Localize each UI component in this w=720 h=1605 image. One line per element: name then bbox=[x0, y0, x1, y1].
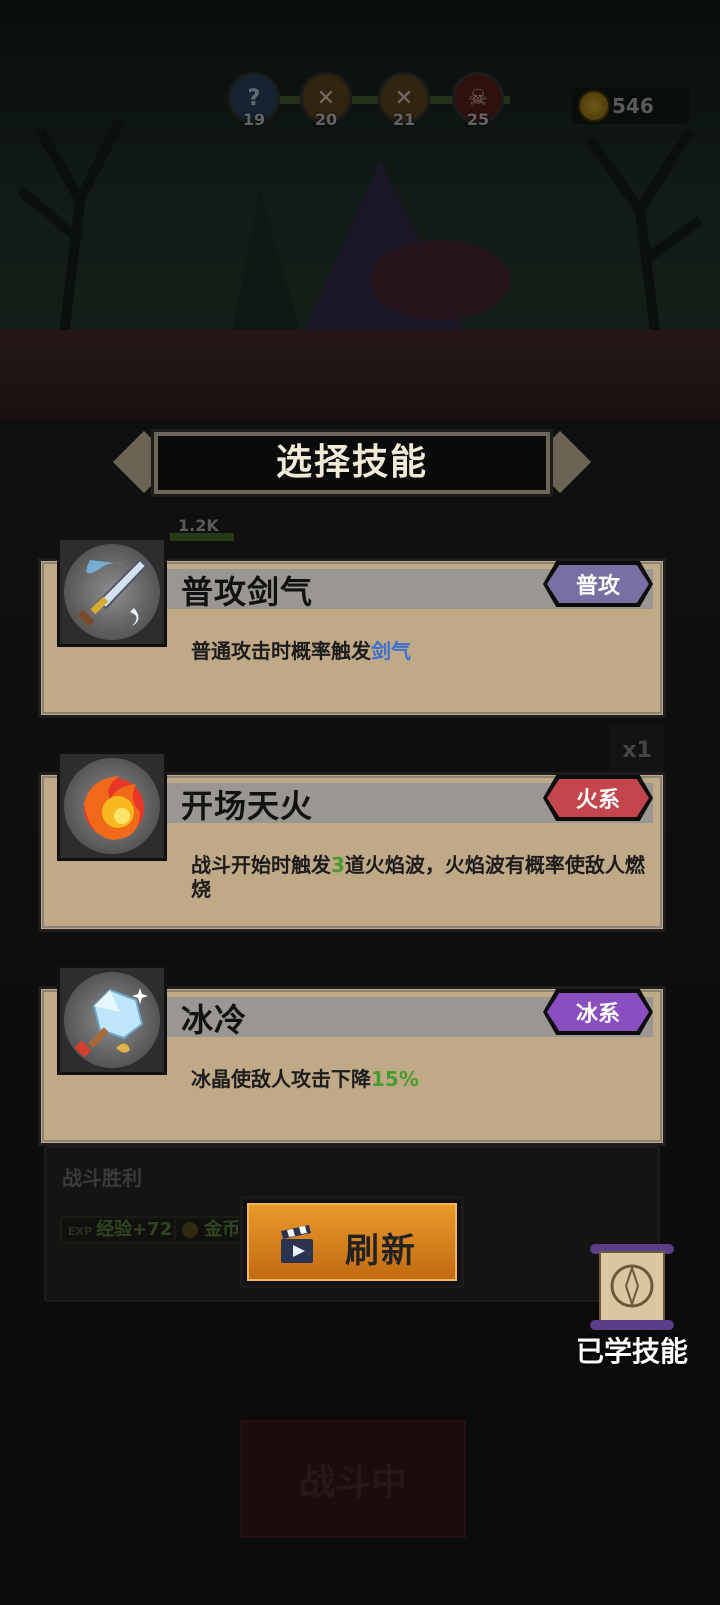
desc-text: 战斗开始时触发 bbox=[191, 853, 331, 877]
skill-type-tag: 冰系 bbox=[543, 989, 653, 1035]
skill-description: 冰晶使敌人攻击下降15% bbox=[191, 1067, 651, 1091]
desc-text: 冰晶使敌人攻击下降 bbox=[191, 1067, 371, 1091]
skill-card-2[interactable]: 开场天火 火系 战斗开始时触发3道火焰波，火焰波有概率使敌人燃烧 bbox=[38, 751, 666, 932]
skill-type-label: 普攻 bbox=[547, 565, 649, 603]
skill-type-tag: 普攻 bbox=[543, 561, 653, 607]
ice-sword-icon bbox=[64, 972, 160, 1068]
skill-card-1[interactable]: 普攻剑气 普攻 普通攻击时概率触发剑气 bbox=[38, 537, 666, 718]
desc-highlight: 剑气 bbox=[371, 639, 411, 663]
refresh-button[interactable]: 刷新 bbox=[240, 1196, 464, 1288]
desc-text: 普通攻击时概率触发 bbox=[191, 639, 371, 663]
sword-icon bbox=[64, 544, 160, 640]
desc-highlight: 15% bbox=[371, 1067, 419, 1091]
video-clapper-icon bbox=[281, 1225, 313, 1263]
skill-description: 普通攻击时概率触发剑气 bbox=[191, 639, 651, 663]
skill-name: 普攻剑气 bbox=[181, 573, 314, 611]
dialog-title-banner: 选择技能 bbox=[154, 432, 550, 494]
skill-name: 开场天火 bbox=[181, 787, 314, 825]
skill-type-tag: 火系 bbox=[543, 775, 653, 821]
skill-type-label: 火系 bbox=[547, 779, 649, 817]
skill-icon-frame bbox=[57, 537, 167, 647]
learned-skills-button[interactable]: 已学技能 bbox=[572, 1240, 692, 1368]
skill-type-label: 冰系 bbox=[547, 993, 649, 1031]
dialog-title: 选择技能 bbox=[275, 442, 428, 483]
refresh-button-face: 刷新 bbox=[247, 1203, 457, 1281]
fire-icon bbox=[64, 758, 160, 854]
desc-highlight: 3 bbox=[331, 853, 345, 877]
scroll-icon bbox=[590, 1244, 674, 1330]
skill-description: 战斗开始时触发3道火焰波，火焰波有概率使敌人燃烧 bbox=[191, 853, 651, 901]
skill-name: 冰冷 bbox=[181, 1001, 248, 1039]
skill-icon-frame bbox=[57, 965, 167, 1075]
skill-icon-frame bbox=[57, 751, 167, 861]
refresh-label: 刷新 bbox=[345, 1231, 417, 1271]
skill-card-3[interactable]: 冰冷 冰系 冰晶使敌人攻击下降15% bbox=[38, 965, 666, 1146]
learned-skills-label: 已学技能 bbox=[575, 1335, 688, 1368]
